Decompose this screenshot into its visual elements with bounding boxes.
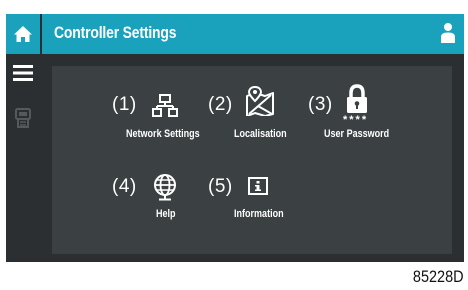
network-settings-label: Network Settings bbox=[126, 128, 200, 140]
home-icon bbox=[14, 26, 32, 42]
sidebar bbox=[6, 54, 40, 262]
map-icon bbox=[246, 86, 274, 116]
localisation-label: Localisation bbox=[234, 128, 287, 140]
localisation-item[interactable]: (2) Localisation bbox=[202, 66, 312, 156]
info-icon bbox=[248, 177, 268, 195]
top-bar: Controller Settings bbox=[6, 14, 464, 54]
network-icon bbox=[152, 94, 178, 117]
user-password-label: User Password bbox=[324, 128, 390, 140]
information-item[interactable]: (5) Information bbox=[202, 164, 312, 244]
item-number: (4) bbox=[112, 176, 137, 197]
item-number: (2) bbox=[208, 94, 233, 115]
globe-icon bbox=[154, 174, 176, 201]
title-bar: Controller Settings bbox=[42, 14, 464, 54]
page-title: Controller Settings bbox=[54, 23, 177, 42]
home-button[interactable] bbox=[6, 14, 40, 54]
information-label: Information bbox=[234, 208, 284, 220]
controller-screen: Controller Settings (1) Network Settings… bbox=[6, 14, 464, 262]
password-mask: **** bbox=[343, 114, 369, 126]
menu-icon[interactable] bbox=[11, 64, 35, 82]
controller-icon[interactable] bbox=[15, 108, 31, 128]
network-settings-item[interactable]: (1) Network Settings bbox=[52, 66, 200, 156]
help-item[interactable]: (4) Help bbox=[52, 164, 192, 244]
user-password-item[interactable]: (3) **** User Password bbox=[302, 66, 422, 156]
lock-icon bbox=[347, 84, 367, 113]
settings-panel: (1) Network Settings (2) Localisation (3… bbox=[52, 66, 452, 254]
item-number: (1) bbox=[112, 94, 137, 115]
item-number: (3) bbox=[308, 94, 333, 115]
help-label: Help bbox=[156, 208, 176, 220]
figure-code: 85228D bbox=[413, 267, 464, 286]
item-number: (5) bbox=[208, 176, 233, 197]
user-icon[interactable] bbox=[440, 22, 456, 44]
